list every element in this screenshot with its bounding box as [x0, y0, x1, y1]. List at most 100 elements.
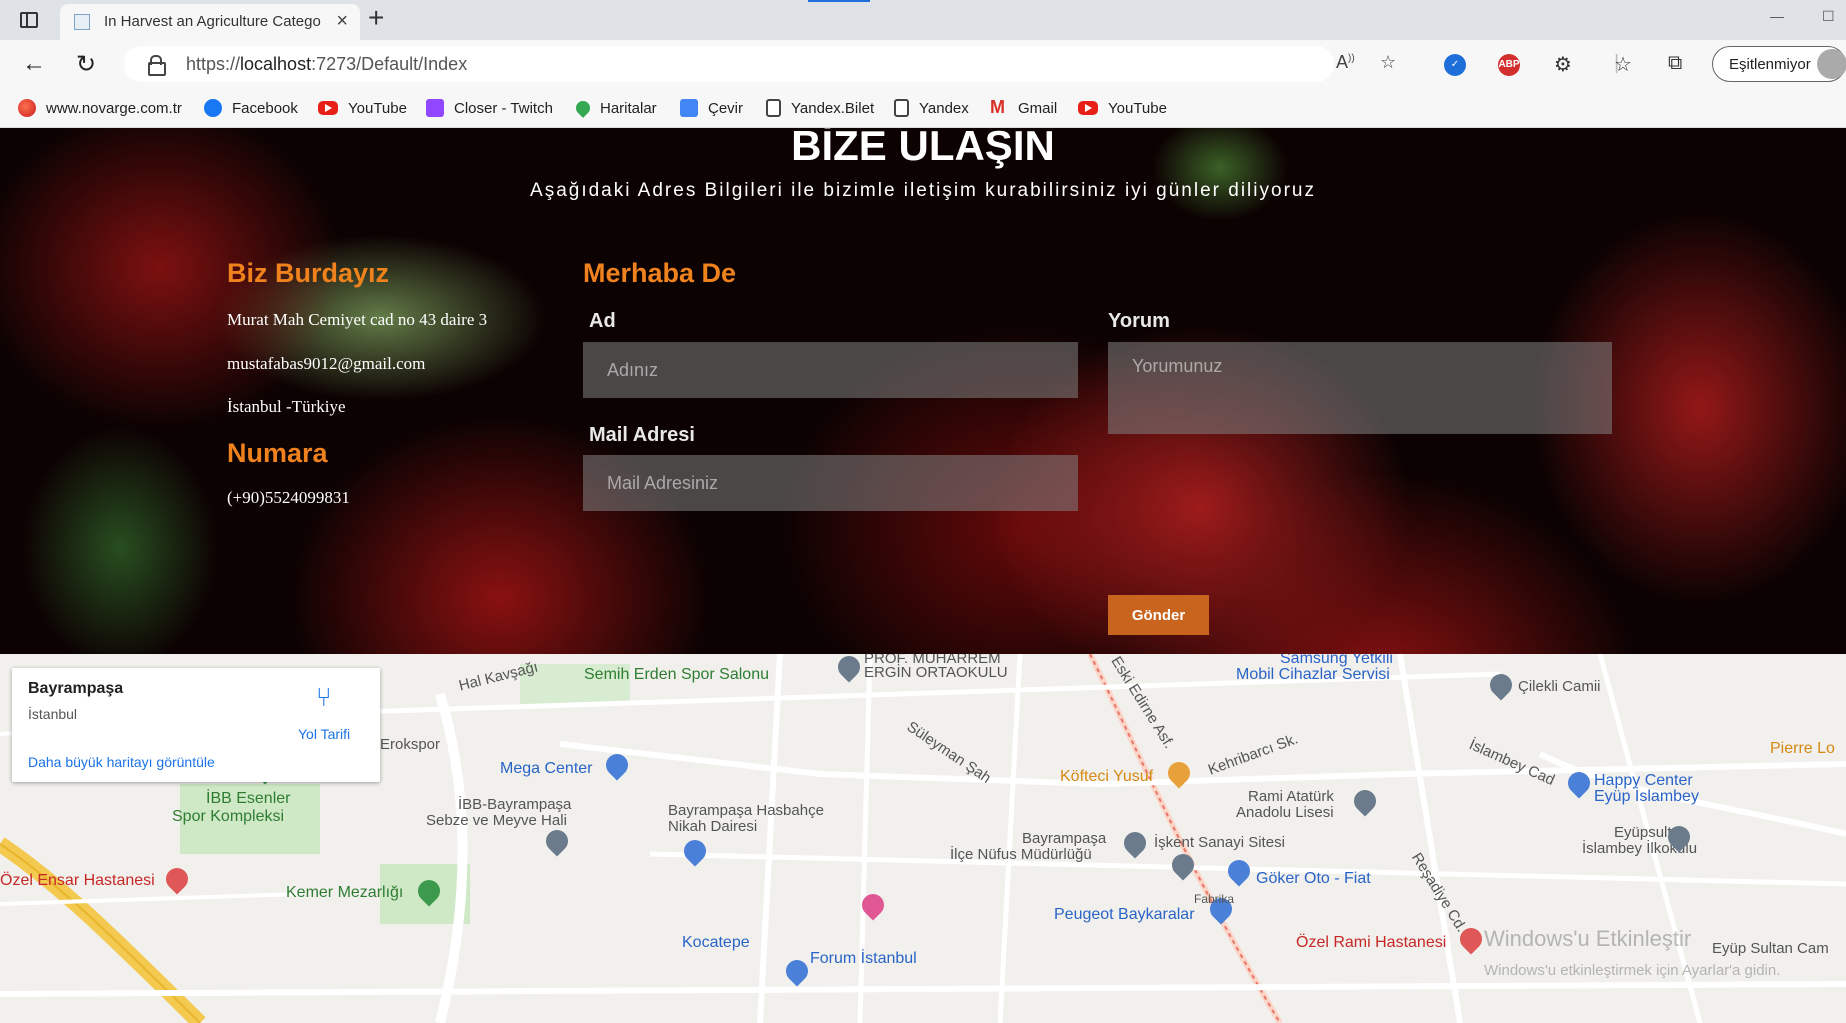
page-subtitle: Aşağıdaki Adres Bilgileri ile bizimle il…	[530, 180, 1316, 201]
comment-textarea[interactable]	[1108, 342, 1612, 434]
page-favicon-icon	[74, 14, 90, 30]
map-label: Kemer Mezarlığı	[286, 884, 404, 901]
minimize-icon[interactable]: —	[1770, 8, 1784, 24]
lock-icon[interactable]	[148, 55, 166, 76]
bookmark-yandex-bilet[interactable]: Yandex.Bilet	[766, 97, 874, 119]
url-text[interactable]: https://localhost:7273/Default/Index	[186, 54, 467, 75]
youtube-icon	[1078, 101, 1098, 115]
collections-icon[interactable]: ⧉	[1668, 52, 1682, 75]
favorites-icon[interactable]: ☆	[1614, 52, 1632, 77]
map-label: Rami Atatürk	[1248, 788, 1334, 805]
comment-label: Yorum	[1108, 310, 1170, 332]
map-label: Erokspor	[380, 736, 441, 753]
shield-extension-icon[interactable]: ✓	[1444, 54, 1466, 76]
number-heading: Numara	[227, 438, 328, 468]
map-place-card: Bayrampaşa İstanbul Daha büyük haritayı …	[12, 668, 380, 782]
bookmark-youtube-2[interactable]: YouTube	[1078, 97, 1167, 119]
map-label: İBB Esenler	[206, 790, 291, 807]
directions-link[interactable]: Yol Tarifi	[298, 726, 350, 742]
bookmark-translate[interactable]: Çevir	[680, 97, 743, 119]
add-favorite-icon[interactable]: ☆	[1380, 52, 1396, 73]
tab-title: In Harvest an Agriculture Catego	[104, 13, 321, 30]
name-label: Ad	[589, 310, 616, 332]
map-label: İlçe Nüfus Müdürlüğü	[950, 846, 1092, 863]
map-label: Mobil Cihazlar Servisi	[1236, 666, 1390, 683]
translate-icon	[680, 99, 698, 117]
bookmark-facebook[interactable]: Facebook	[204, 97, 298, 119]
map-label: Semih Erden Spor Salonu	[584, 666, 769, 683]
map-label: Anadolu Lisesi	[1236, 804, 1334, 821]
refresh-icon[interactable]: ↻	[76, 50, 96, 79]
novarge-icon	[18, 99, 36, 117]
map-label: Bayrampaşa	[1022, 830, 1107, 847]
mail-label: Mail Adresi	[589, 424, 695, 446]
sync-status-label: Eşitlenmiyor	[1729, 56, 1811, 73]
map-label: Mega Center	[500, 760, 593, 777]
map-label: Spor Kompleksi	[172, 808, 285, 825]
map-label: Köfteci Yusuf	[1060, 768, 1154, 785]
map-label: Özel Ensar Hastanesi	[0, 872, 155, 889]
bookmarks-bar: www.novarge.com.tr Facebook YouTube Clos…	[0, 88, 1846, 128]
map-label: İBB-Bayrampaşa	[458, 796, 572, 813]
read-aloud-icon[interactable]: A))	[1336, 52, 1355, 73]
gmail-icon	[990, 97, 1008, 118]
map-label: Özel Rami Hastanesi	[1296, 934, 1447, 951]
map-label: Fabrika	[1194, 892, 1235, 906]
phone-text: (+90)5524099831	[227, 488, 350, 507]
map-label: Çilekli Camii	[1518, 678, 1601, 695]
map-label: ERGİN ORTAOKULU	[864, 664, 1008, 681]
map-label: Göker Oto - Fiat	[1256, 870, 1371, 887]
mail-input[interactable]	[583, 455, 1078, 511]
address-text: Murat Mah Cemiyet cad no 43 daire 3	[227, 310, 488, 329]
embedded-map[interactable]: Bayrampaşa İstanbul Daha büyük haritayı …	[0, 654, 1846, 1023]
tab-actions-icon[interactable]	[20, 12, 38, 28]
new-tab-button[interactable]: +	[368, 2, 384, 34]
place-city: İstanbul	[28, 706, 78, 722]
city-text: İstanbul -Türkiye	[227, 397, 346, 416]
bookmark-youtube[interactable]: YouTube	[318, 97, 407, 119]
profile-sync-button[interactable]: Eşitlenmiyor	[1712, 46, 1846, 82]
map-label: Forum İstanbul	[810, 950, 917, 967]
windows-activation-subtext: Windows'u etkinleştirmek için Ayarlar'a …	[1484, 962, 1781, 979]
browser-tab[interactable]: In Harvest an Agriculture Catego ×	[60, 4, 360, 40]
browser-tab-bar: In Harvest an Agriculture Catego × + — ☐	[0, 0, 1846, 40]
youtube-icon	[318, 101, 338, 115]
maximize-icon[interactable]: ☐	[1822, 8, 1835, 25]
tab-drag-indicator	[808, 0, 870, 2]
close-tab-icon[interactable]: ×	[336, 10, 348, 33]
adblock-extension-icon[interactable]: ABP	[1498, 54, 1520, 76]
send-button[interactable]: Gönder	[1108, 595, 1209, 635]
bookmark-gmail[interactable]: Gmail	[990, 97, 1057, 119]
back-arrow-icon[interactable]: ←	[22, 50, 46, 78]
contact-section: BİZE ULAŞIN Aşağıdaki Adres Bilgileri il…	[0, 128, 1846, 654]
map-label: Eyüp İslambey	[1594, 788, 1699, 805]
form-heading: Merhaba De	[583, 258, 737, 288]
address-bar[interactable]: https://localhost:7273/Default/Index A))…	[124, 46, 1396, 82]
twitch-icon	[426, 99, 444, 117]
windows-activation-watermark: Windows'u Etkinleştir	[1484, 926, 1692, 951]
address-heading: Biz Burdayız	[227, 258, 390, 288]
map-label: Kocatepe	[682, 934, 750, 951]
directions-icon[interactable]: ⑂	[316, 682, 332, 713]
email-text: mustafabas9012@gmail.com	[227, 354, 426, 373]
browser-toolbar: ← ↻ https://localhost:7273/Default/Index…	[0, 40, 1846, 88]
map-label: Nikah Dairesi	[668, 818, 758, 835]
place-name: Bayrampaşa	[28, 680, 124, 697]
page-icon	[766, 99, 781, 117]
map-label: Sebze ve Meyve Hali	[426, 812, 567, 829]
page-icon	[894, 99, 909, 117]
bookmark-twitch[interactable]: Closer - Twitch	[426, 97, 553, 119]
map-label: Eyüp Sultan Cam	[1712, 940, 1829, 957]
map-label: Peugeot Baykaralar	[1054, 906, 1195, 923]
facebook-icon	[204, 99, 222, 117]
extensions-icon[interactable]: ⚙	[1554, 52, 1572, 77]
bookmark-maps[interactable]: Haritalar	[573, 97, 657, 119]
bookmark-novarge[interactable]: www.novarge.com.tr	[18, 97, 182, 119]
name-input[interactable]	[583, 342, 1078, 398]
page-title: BİZE ULAŞIN	[791, 128, 1055, 169]
bookmark-yandex[interactable]: Yandex	[894, 97, 969, 119]
map-label: Bayrampaşa Hasbahçe	[668, 802, 824, 819]
larger-map-link[interactable]: Daha büyük haritayı görüntüle	[28, 754, 215, 770]
map-label: Pierre Lo	[1770, 740, 1835, 757]
map-label: İşkent Sanayi Sitesi	[1154, 834, 1285, 851]
